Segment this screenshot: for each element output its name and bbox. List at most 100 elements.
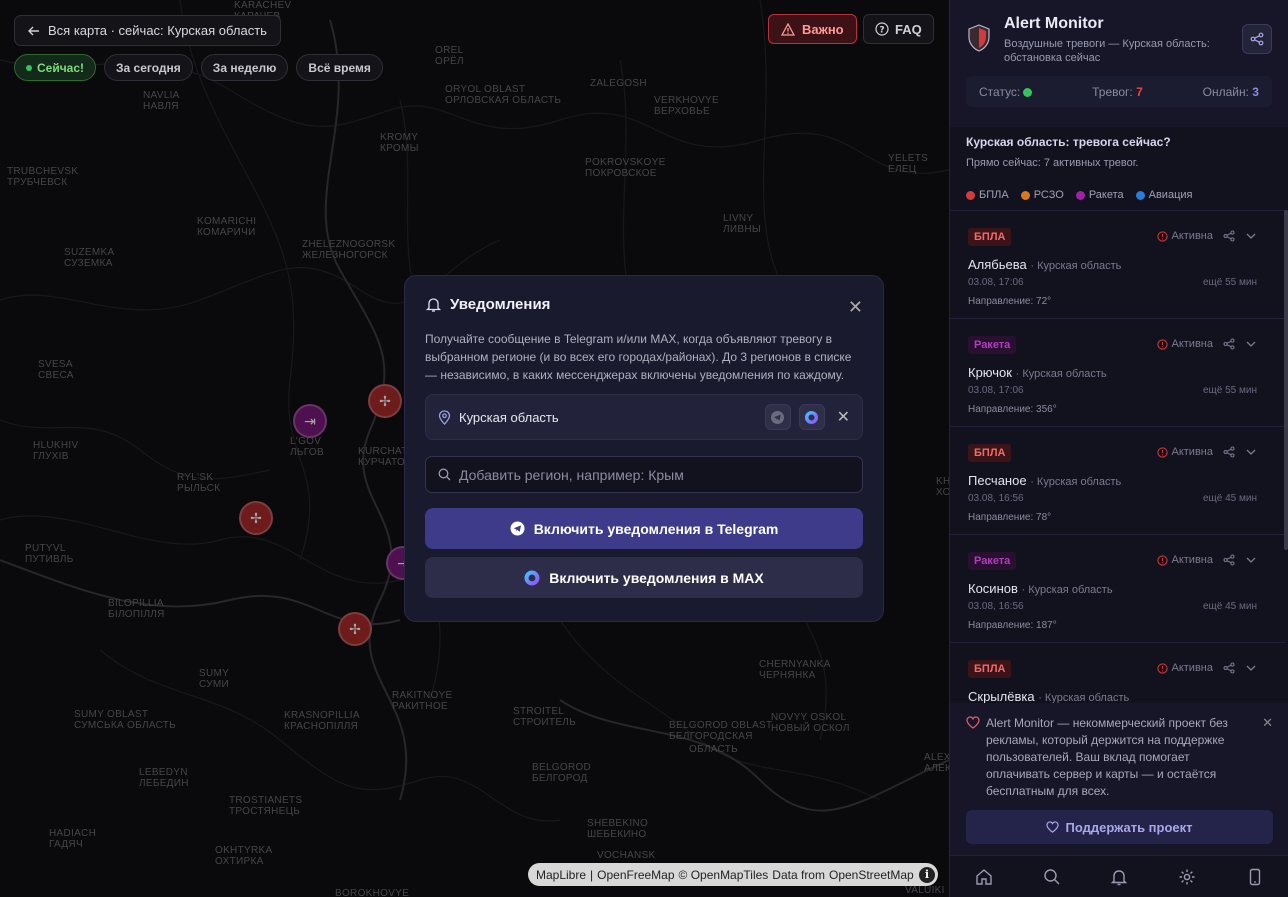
- mobile-icon[interactable]: [1246, 868, 1264, 886]
- info-icon[interactable]: i: [919, 866, 935, 883]
- add-region-input[interactable]: [459, 466, 850, 483]
- summary-subtitle: Прямо сейчас: 7 активных тревог.: [966, 157, 1139, 169]
- legend-item: Ракета: [1075, 189, 1124, 201]
- filter-all-time[interactable]: Всё время: [296, 54, 383, 81]
- telegram-icon: [771, 410, 785, 424]
- max-toggle[interactable]: [798, 404, 825, 430]
- share-button[interactable]: [1242, 24, 1272, 54]
- heart-icon: [1046, 821, 1060, 833]
- alert-region: · Курская область: [1021, 584, 1113, 596]
- chevron-down-icon[interactable]: [1245, 556, 1257, 564]
- important-button[interactable]: Важно: [768, 14, 857, 44]
- important-label: Важно: [802, 21, 844, 37]
- remove-region-icon[interactable]: ✕: [837, 407, 850, 427]
- alert-card[interactable]: Ракета Активна Косинов · Курская область 03…: [950, 535, 1285, 643]
- summary-title: Курская область: тревога сейчас?: [966, 135, 1171, 149]
- alert-status: Активна: [1156, 230, 1214, 242]
- alert-card[interactable]: БПЛА Активна Скрылёвка · Курская область: [950, 643, 1285, 703]
- alert-actions: Активна: [1156, 662, 1258, 674]
- heart-icon: [966, 716, 980, 729]
- support-button[interactable]: Поддержать проект: [966, 810, 1273, 844]
- alerts-counter: Тревог: 7: [1092, 85, 1143, 99]
- maplibre-link[interactable]: MapLibre: [536, 868, 586, 882]
- gear-icon[interactable]: [1178, 868, 1196, 886]
- alert-time-row: 03.08, 17:06 ещё 55 мин: [968, 277, 1267, 288]
- share-icon[interactable]: [1223, 446, 1235, 458]
- modal-description: Получайте сообщение в Telegram и/или MAX…: [425, 332, 852, 382]
- chevron-down-icon[interactable]: [1245, 448, 1257, 456]
- share-icon[interactable]: [1223, 662, 1235, 674]
- alert-status: Активна: [1156, 662, 1213, 674]
- filter-label: Сейчас!: [37, 60, 85, 75]
- openmaptiles-link[interactable]: © OpenMapTiles: [679, 868, 769, 882]
- openfreemap-link[interactable]: OpenFreeMap: [597, 868, 674, 882]
- osm-link[interactable]: OpenStreetMap: [829, 868, 914, 882]
- legend-label: РСЗО: [1033, 189, 1064, 201]
- region-summary: Курская область: тревога сейчас? Прямо с…: [950, 127, 1288, 169]
- alert-circle-icon: [1156, 662, 1168, 674]
- alert-status: Активна: [1156, 446, 1213, 458]
- faq-label: FAQ: [895, 21, 922, 37]
- share-icon[interactable]: [1223, 230, 1235, 242]
- alert-remaining: ещё 55 мин: [1202, 385, 1257, 396]
- bottom-nav: [950, 855, 1288, 897]
- alert-status-label: Активна: [1171, 230, 1214, 242]
- alert-status: Активна: [1156, 554, 1213, 566]
- notifications-modal: Уведомления ✕ Получайте сообщение в Tele…: [404, 275, 884, 622]
- home-icon[interactable]: [975, 868, 993, 886]
- alert-time: 03.08, 16:56: [968, 493, 1024, 504]
- share-icon[interactable]: [1223, 338, 1235, 350]
- filter-label: Всё время: [308, 60, 371, 75]
- online-count: 3: [1252, 84, 1259, 99]
- alert-card[interactable]: БПЛА Активна Алябьева · Курская область 03.…: [950, 211, 1285, 319]
- alert-circle-icon: [1156, 554, 1168, 566]
- alert-time-row: 03.08, 16:56 ещё 45 мин: [968, 493, 1267, 504]
- alert-card[interactable]: Ракета Активна Крючок · Курская область 03.…: [950, 319, 1285, 427]
- alert-region: · Курская область: [1038, 692, 1130, 703]
- share-icon[interactable]: [1223, 554, 1235, 566]
- close-icon[interactable]: ✕: [1262, 715, 1273, 731]
- max-icon: [805, 410, 819, 424]
- chevron-down-icon[interactable]: [1245, 340, 1257, 348]
- alert-city: Алябьева: [968, 257, 1027, 272]
- sidebar: Alert Monitor Воздушные тревоги — Курска…: [949, 0, 1288, 897]
- alert-city: Песчаное: [968, 473, 1027, 488]
- search-icon: [438, 468, 451, 481]
- alerts-scrollbar[interactable]: [1284, 210, 1288, 550]
- telegram-icon: [510, 521, 525, 536]
- telegram-toggle[interactable]: [764, 404, 791, 430]
- faq-button[interactable]: ? FAQ: [863, 14, 934, 44]
- filter-label: За сегодня: [116, 60, 181, 75]
- add-region-field[interactable]: [425, 456, 863, 493]
- donate-text: Alert Monitor — некоммерческий проект бе…: [986, 716, 1228, 798]
- warning-icon: [781, 22, 795, 36]
- close-icon[interactable]: ✕: [848, 298, 863, 316]
- alert-time-row: 03.08, 16:56 ещё 45 мин: [968, 601, 1267, 612]
- chevron-down-icon[interactable]: [1245, 664, 1257, 672]
- filter-today[interactable]: За сегодня: [104, 54, 193, 81]
- selected-region: Курская область ✕: [425, 394, 863, 440]
- alert-actions: Активна: [1156, 338, 1258, 350]
- legend-label: Авиация: [1148, 189, 1193, 201]
- alert-location: Песчаное · Курская область: [968, 473, 1267, 488]
- map-pin-icon: [438, 409, 451, 425]
- bell-icon[interactable]: [1110, 868, 1128, 886]
- enable-max-button[interactable]: Включить уведомления в MAX: [425, 557, 863, 598]
- alert-remaining: ещё 55 мин: [1202, 277, 1257, 288]
- telegram-button-label: Включить уведомления в Telegram: [533, 520, 779, 537]
- online-counter: Онлайн: 3: [1203, 85, 1259, 99]
- filter-now[interactable]: Сейчас!: [14, 54, 97, 81]
- chevron-down-icon[interactable]: [1245, 232, 1257, 240]
- alert-card[interactable]: БПЛА Активна Песчаное · Курская область 03.…: [950, 427, 1285, 535]
- back-to-map-button[interactable]: Вся карта · сейчас: Курская область: [14, 15, 281, 46]
- region-name: Курская область: [459, 409, 559, 425]
- alert-direction: Направление: 187°: [968, 620, 1057, 631]
- legend-item: Авиация: [1135, 189, 1193, 201]
- alerts-list[interactable]: БПЛА Активна Алябьева · Курская область 03.…: [950, 210, 1285, 703]
- search-icon[interactable]: [1043, 868, 1061, 886]
- filter-week[interactable]: За неделю: [200, 54, 289, 81]
- alert-time: 03.08, 17:06: [968, 385, 1024, 396]
- app-title: Alert Monitor: [1004, 15, 1104, 32]
- enable-telegram-button[interactable]: Включить уведомления в Telegram: [425, 508, 863, 549]
- alert-actions: Активна: [1156, 446, 1258, 458]
